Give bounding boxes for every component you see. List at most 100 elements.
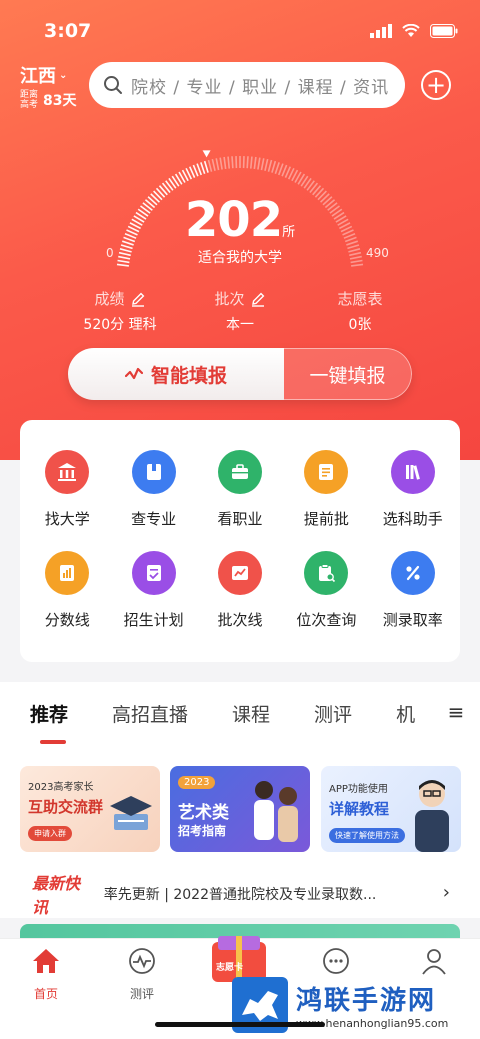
profile-stats: 成绩 520分 理科 批次 本一 志愿表 0张 [60, 288, 420, 334]
feature-item[interactable]: 批次线 [197, 551, 283, 630]
gauge-marker [202, 150, 211, 158]
watermark-title: 鸿联手游网 [296, 986, 437, 1016]
chat-icon [323, 948, 349, 974]
book-icon [131, 450, 176, 494]
province-label: 江西 [20, 66, 56, 87]
feature-label: 提前批 [303, 510, 349, 528]
feature-label: 查专业 [131, 510, 177, 528]
banner-tutorial[interactable]: APP功能使用 详解教程 快速了解使用方法 [321, 766, 461, 852]
news-ticker[interactable]: 最新快讯 率先更新 | 2022普通批院校及专业录取数... › [0, 870, 480, 918]
feature-item[interactable]: 找大学 [24, 450, 110, 529]
list-icon [304, 450, 349, 494]
fill-actions: 智能填报 一键填报 [68, 348, 412, 400]
feature-item[interactable]: 提前批 [283, 450, 369, 529]
stat-value: 0张 [348, 317, 372, 333]
gauge-tick [215, 158, 220, 171]
banner-line2: 互助交流群 [28, 798, 104, 816]
feature-item[interactable]: 测录取率 [370, 551, 456, 630]
stat-score[interactable]: 成绩 520分 理科 [60, 288, 180, 334]
gauge-tick [200, 162, 206, 174]
gauge-tick [249, 156, 253, 169]
feature-item[interactable]: 看职业 [197, 450, 283, 529]
tab-menu-button[interactable]: ≡ [432, 682, 480, 742]
stat-batch[interactable]: 批次 本一 [180, 288, 300, 334]
banner-button: 申请入群 [28, 826, 72, 841]
location-selector[interactable]: 江西 ⌄ 距离高考 83天 [20, 62, 76, 110]
home-indicator[interactable] [155, 1022, 325, 1027]
feature-label: 选科助手 [382, 510, 443, 528]
tab-live[interactable]: 高招直播 [112, 700, 188, 727]
add-button[interactable]: + [421, 70, 451, 100]
gauge-tick [271, 160, 277, 173]
feature-item[interactable]: 位次查询 [283, 551, 369, 630]
gauge-tick [219, 157, 223, 170]
banner-line1: APP功能使用 [329, 784, 388, 795]
chevron-right-icon: › [442, 882, 450, 903]
feature-item[interactable]: 分数线 [24, 551, 110, 630]
news-text: 率先更新 | 2022普通批院校及专业录取数... [103, 887, 377, 903]
graduation-cap-icon [110, 796, 152, 830]
nav-assessment[interactable]: 测评 [112, 947, 172, 1002]
tab-recommend[interactable]: 推荐 [30, 700, 68, 744]
document-check-icon [131, 551, 176, 595]
banner-button: 快速了解使用方法 [329, 828, 405, 843]
gauge-tick [223, 156, 227, 170]
gauge-tick [227, 156, 231, 169]
search-bar[interactable]: 院校 / 专业 / 职业 / 课程 / 资讯 [89, 62, 405, 108]
wifi-icon [402, 24, 420, 37]
gauge-tick [253, 156, 257, 170]
briefcase-icon [217, 450, 262, 494]
home-icon [33, 949, 59, 973]
one-click-fill-button[interactable]: 一键填报 [284, 348, 412, 400]
gauge-tick [260, 158, 265, 171]
stat-forms[interactable]: 志愿表 0张 [300, 288, 420, 334]
gauge-tick [277, 163, 284, 176]
stat-value: 本一 [226, 317, 254, 333]
tab-more[interactable]: 机 [396, 700, 415, 727]
status-bar: 3:07 [44, 18, 458, 44]
countdown-prefix: 距离高考 [20, 90, 39, 110]
battery-icon [430, 24, 458, 38]
feature-label: 批次线 [217, 611, 263, 629]
user-icon [422, 949, 446, 975]
banner-line1: 2023高考家长 [28, 782, 94, 793]
menu-icon: ≡ [447, 700, 465, 724]
feature-item[interactable]: 查专业 [110, 450, 196, 529]
tab-assessment[interactable]: 测评 [314, 700, 352, 727]
nav-home[interactable]: 首页 [16, 947, 76, 1002]
edit-icon [251, 292, 264, 307]
feature-label: 找大学 [44, 510, 90, 528]
feature-label: 位次查询 [296, 611, 357, 629]
content-tabs: 推荐 高招直播 课程 测评 机 ≡ [0, 682, 480, 752]
banner-line2: 招考指南 [178, 824, 227, 838]
nav-messages[interactable] [306, 947, 366, 979]
tab-courses[interactable]: 课程 [232, 700, 270, 727]
smart-fill-label: 智能填报 [150, 364, 227, 387]
chevron-down-icon: ⌄ [59, 69, 68, 81]
search-placeholder: 院校 / 专业 / 职业 / 课程 / 资讯 [131, 77, 390, 98]
one-click-fill-label: 一键填报 [309, 364, 386, 387]
clipboard-search-icon [304, 551, 349, 595]
feature-grid: 找大学 查专业 看职业 提前批 选科助手分数线 招生计划 批次线 位次查询 测录取率 [20, 420, 460, 630]
books-icon [390, 450, 435, 494]
gauge-max: 490 [366, 246, 389, 260]
feature-label: 招生计划 [123, 611, 184, 629]
gauge-tick [267, 159, 273, 172]
banner-badge: 2023 [178, 776, 216, 789]
gauge-tick [246, 156, 249, 169]
trend-icon [124, 367, 143, 380]
banner-art-guide[interactable]: 2023 艺术类 招考指南 [170, 766, 310, 852]
banner-row: 2023高考家长 互助交流群 申请入群 2023 艺术类 招考指南 APP功能使… [0, 752, 480, 870]
banner-parents-group[interactable]: 2023高考家长 互助交流群 申请入群 [20, 766, 160, 852]
smart-fill-button[interactable]: 智能填报 [68, 348, 284, 400]
students-illustration-icon [254, 781, 298, 842]
bank-icon [45, 450, 90, 494]
matched-count[interactable]: 202所 [0, 192, 480, 248]
feature-item[interactable]: 招生计划 [110, 551, 196, 630]
nav-profile[interactable] [404, 947, 464, 979]
gauge-min: 0 [106, 246, 114, 260]
nav-label: 测评 [129, 987, 154, 1001]
gauge-tick [211, 158, 216, 171]
pulse-icon [129, 948, 155, 974]
feature-item[interactable]: 选科助手 [370, 450, 456, 529]
